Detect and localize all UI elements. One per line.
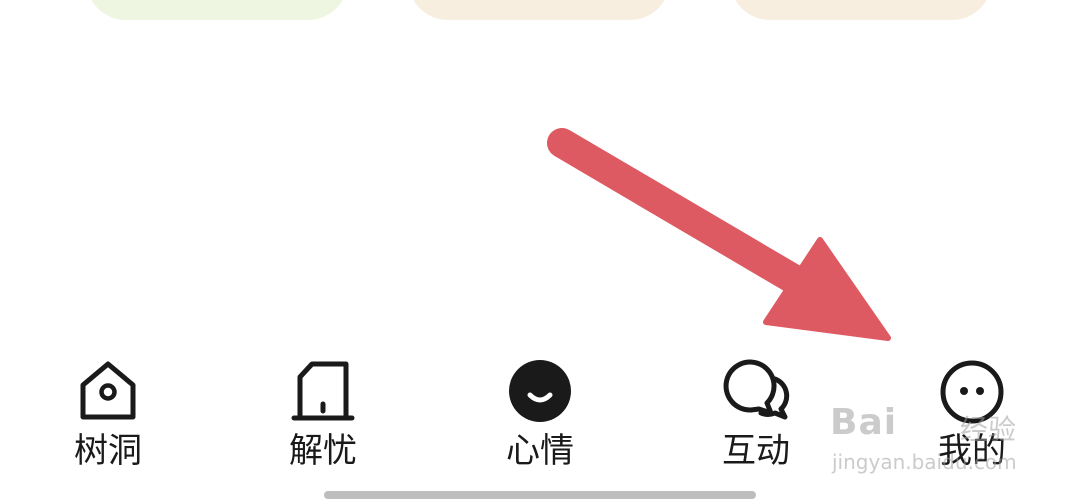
relief-icon <box>291 361 355 421</box>
tree-hole-icon <box>80 361 136 420</box>
home-indicator[interactable] <box>324 491 756 499</box>
nav-item-relief[interactable]: 解忧 <box>253 355 393 475</box>
mood-smile-icon <box>509 360 571 422</box>
nav-label-tree-hole: 树洞 <box>74 431 142 471</box>
nav-label-interact: 互动 <box>722 431 790 471</box>
nav-item-interact[interactable]: 互动 <box>686 355 826 475</box>
chat-bubbles-icon <box>723 359 790 420</box>
nav-item-mood[interactable]: 心情 <box>470 355 610 475</box>
arrow-head <box>763 237 891 341</box>
nav-label-mood: 心情 <box>506 431 574 471</box>
nav-label-relief: 解忧 <box>289 431 357 471</box>
nav-item-tree-hole[interactable]: 树洞 <box>38 355 178 475</box>
bottom-nav: 树洞 解忧 心情 互动 我的 <box>0 355 1080 475</box>
nav-label-mine: 我的 <box>938 431 1006 471</box>
profile-face-icon <box>940 360 1004 424</box>
nav-item-mine[interactable]: 我的 <box>902 355 1042 475</box>
arrow-shaft <box>547 128 827 305</box>
